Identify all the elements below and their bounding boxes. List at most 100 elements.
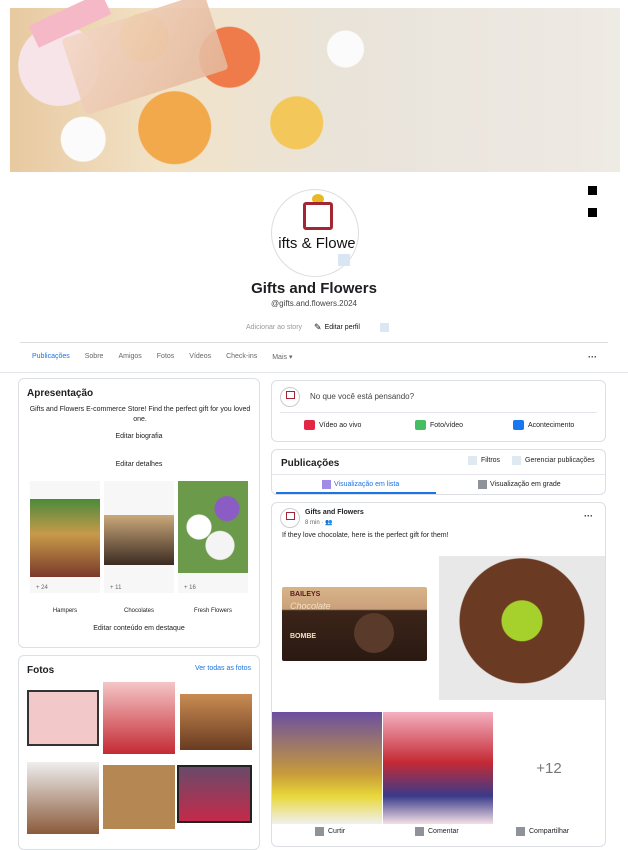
gift-icon (303, 202, 333, 230)
settings-icon (512, 456, 521, 465)
manage-posts-label: Gerenciar publicações (525, 457, 595, 464)
cover-menu-icon[interactable] (588, 186, 597, 195)
tab-amigos[interactable]: Amigos (118, 353, 141, 361)
tab-mais[interactable]: Mais ▾ (272, 353, 292, 361)
profile-actions: Adicionar ao story ✎ Editar perfil (246, 322, 389, 333)
tab-fotos[interactable]: Fotos (157, 353, 175, 361)
flag-icon (513, 420, 524, 430)
comment-button[interactable]: Comentar (415, 827, 459, 836)
edit-profile-label: Editar perfil (324, 324, 360, 331)
camera-icon[interactable] (338, 254, 350, 266)
tab-publicacoes[interactable]: Publicações (32, 353, 70, 361)
live-video-label: Vídeo ao vivo (319, 421, 362, 429)
post-image-bouquet-red[interactable] (383, 712, 493, 824)
edit-featured-button[interactable]: Editar conteúdo em destaque (19, 625, 259, 632)
video-camera-icon (304, 420, 315, 430)
photo-thumb[interactable] (103, 682, 175, 754)
gift-icon (286, 391, 295, 399)
photo-thumb[interactable] (27, 762, 99, 834)
page-title: Gifts and Flowers (251, 280, 377, 297)
audience-icon: 👥 (325, 520, 333, 526)
photo-thumb[interactable] (27, 690, 99, 746)
more-photos-overlay[interactable]: +12 (494, 712, 604, 824)
grid-view-tab[interactable]: Visualização em grade (478, 480, 561, 489)
post-text: If they love chocolate, here is the perf… (282, 532, 449, 539)
tab-mais-label: Mais (272, 354, 287, 361)
profile-handle: @gifts.and.flowers.2024 (271, 299, 357, 308)
photo-thumb[interactable] (177, 765, 252, 823)
photo-thumb[interactable] (180, 694, 252, 750)
life-event-button[interactable]: Acontecimento (513, 420, 574, 430)
share-button[interactable]: Compartilhar (516, 827, 569, 836)
post-time-text: 8 min (305, 520, 320, 526)
composer-divider (280, 412, 597, 413)
post-author-avatar[interactable] (280, 508, 300, 528)
like-label: Curtir (328, 828, 346, 835)
chevron-down-icon: ▾ (288, 354, 293, 361)
featured-count: + 24 (36, 585, 48, 591)
edit-profile-button[interactable]: ✎ Editar perfil (314, 322, 360, 333)
intro-bio: Gifts and Flowers E-commerce Store! Find… (29, 406, 251, 423)
featured-hampers[interactable]: + 24 (30, 481, 100, 593)
photo-video-button[interactable]: Foto/vídeo (415, 420, 463, 430)
active-view-underline (276, 492, 436, 494)
posts-header-card: Publicações Filtros Gerenciar publicaçõe… (271, 449, 606, 495)
gift-icon (286, 512, 295, 520)
more-options-icon[interactable] (379, 323, 389, 332)
featured-label: Hampers (52, 608, 78, 614)
tab-videos[interactable]: Vídeos (189, 353, 211, 361)
photo-thumb[interactable] (103, 765, 175, 829)
manage-posts-button[interactable]: Gerenciar publicações (512, 456, 595, 465)
filters-label: Filtros (481, 457, 501, 464)
comment-icon (415, 827, 424, 836)
tabs-more-icon[interactable]: ··· (588, 352, 597, 362)
list-view-label: Visualização em lista (334, 481, 400, 488)
add-story-button[interactable]: Adicionar ao story (246, 324, 302, 331)
post-author[interactable]: Gifts and Flowers (305, 509, 364, 516)
cover-edit-icon[interactable] (588, 208, 597, 217)
featured-label: Chocolates (123, 608, 155, 614)
featured-count: + 16 (184, 585, 196, 591)
cover-photo[interactable] (10, 0, 620, 172)
list-icon (322, 480, 331, 489)
tab-checkins[interactable]: Check-ins (226, 353, 257, 361)
featured-fresh-flowers[interactable]: + 16 (178, 481, 248, 593)
chocolates-image (104, 515, 174, 565)
chocolate-name: Chocolate (290, 601, 331, 611)
grid-view-label: Visualização em grade (490, 481, 561, 488)
posts-title: Publicações (281, 458, 340, 469)
photos-title: Fotos (27, 665, 55, 676)
photo-video-label: Foto/vídeo (430, 421, 464, 429)
list-view-tab[interactable]: Visualização em lista (322, 480, 399, 489)
pencil-icon: ✎ (314, 322, 322, 332)
intro-title: Apresentação (27, 388, 94, 399)
composer-avatar (280, 387, 300, 407)
post-time: 8 min · 👥 (305, 520, 333, 526)
like-button[interactable]: Curtir (315, 827, 345, 836)
filters-button[interactable]: Filtros (468, 456, 500, 465)
like-icon (315, 827, 324, 836)
composer-card: No que você está pensando? Vídeo ao vivo… (271, 380, 606, 442)
tabs-divider (0, 372, 628, 373)
filter-icon (468, 456, 477, 465)
post-menu-icon[interactable]: ··· (584, 511, 593, 521)
edit-bio-button[interactable]: Editar biografia (19, 433, 259, 440)
see-all-photos-link[interactable]: Ver todas as fotos (195, 665, 251, 672)
flowers-image (178, 481, 248, 573)
hampers-image (30, 499, 100, 577)
life-event-label: Acontecimento (528, 421, 575, 429)
post-image-chocolate-tin[interactable] (439, 556, 605, 700)
featured-label: Fresh Flowers (193, 608, 232, 614)
live-video-button[interactable]: Vídeo ao vivo (304, 420, 361, 430)
avatar-logo-text: ifts & Flowe (278, 235, 356, 252)
edit-details-button[interactable]: Editar detalhes (19, 461, 259, 468)
chocolate-brand: BAILEYS (290, 591, 321, 598)
post-image-chocolate-box[interactable]: BAILEYS Chocolate BOMBE (272, 547, 437, 707)
composer-input[interactable]: No que você está pensando? (310, 392, 414, 401)
post-image-bouquet-yellow[interactable] (272, 712, 382, 824)
featured-chocolates[interactable]: + 11 (104, 481, 174, 593)
tab-sobre[interactable]: Sobre (85, 353, 104, 361)
share-icon (516, 827, 525, 836)
chocolate-box: BAILEYS Chocolate BOMBE (282, 587, 427, 661)
photo-icon (415, 420, 426, 430)
